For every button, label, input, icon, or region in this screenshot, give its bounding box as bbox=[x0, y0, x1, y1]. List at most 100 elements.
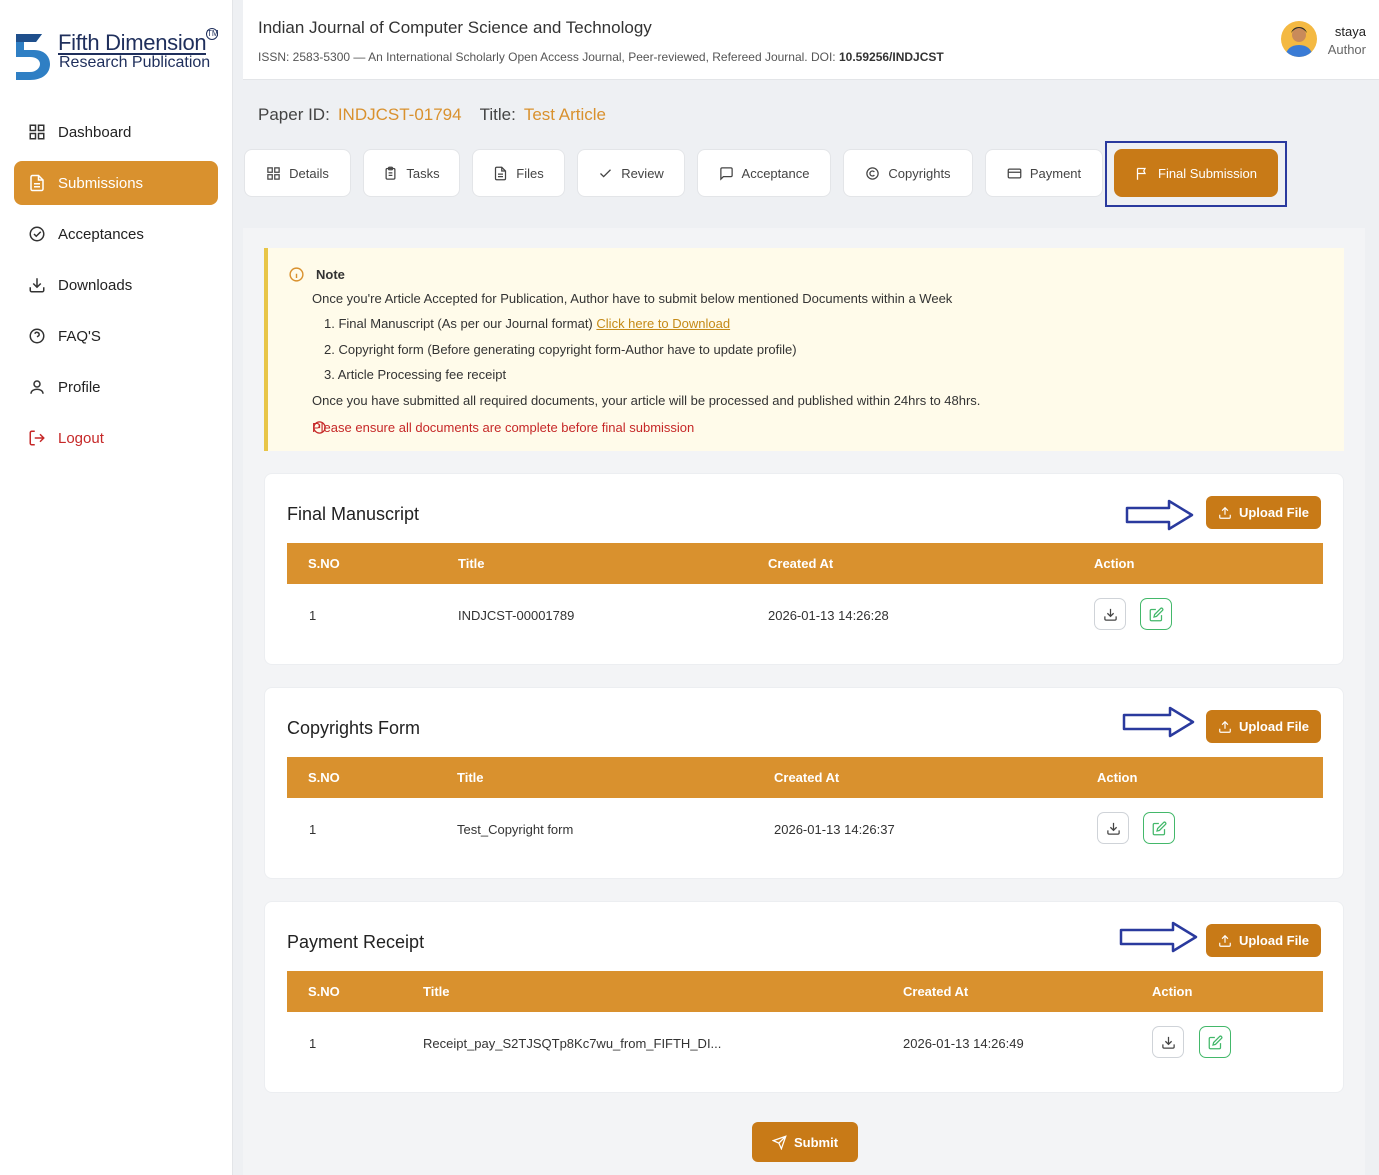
download-format-link[interactable]: Click here to Download bbox=[596, 316, 730, 331]
download-icon bbox=[29, 278, 45, 293]
edit-button[interactable] bbox=[1199, 1026, 1231, 1058]
download-button[interactable] bbox=[1097, 812, 1129, 844]
paper-title-value: Test Article bbox=[523, 105, 607, 124]
paper-id-value: INDJCST-01794 bbox=[337, 105, 462, 124]
upload-file-button[interactable]: Upload File bbox=[1206, 924, 1321, 957]
column-header-sno: S.NO bbox=[308, 556, 340, 571]
column-header-title: Title bbox=[423, 984, 450, 999]
submit-label: Submit bbox=[793, 1134, 839, 1150]
note-item-1-text: 1. Final Manuscript (As per our Journal … bbox=[324, 316, 593, 331]
tab-label: Acceptance bbox=[741, 165, 810, 181]
avatar-person-icon bbox=[1285, 27, 1313, 57]
note-outro: Once you have submitted all required doc… bbox=[312, 393, 981, 408]
upload-file-button[interactable]: Upload File bbox=[1206, 710, 1321, 743]
download-button[interactable] bbox=[1094, 598, 1126, 630]
clipboard-icon bbox=[385, 166, 396, 180]
tab-acceptance[interactable]: Acceptance bbox=[697, 149, 831, 197]
upload-icon bbox=[1219, 720, 1231, 733]
user-icon bbox=[30, 380, 44, 394]
note-warning: Please ensure all documents are complete… bbox=[312, 420, 694, 435]
tab-copyrights[interactable]: Copyrights bbox=[843, 149, 973, 197]
sidebar-item-faqs[interactable]: FAQ'S bbox=[14, 314, 218, 358]
upload-file-button[interactable]: Upload File bbox=[1206, 496, 1321, 529]
tab-label: Files bbox=[516, 165, 544, 181]
tab-label: Details bbox=[289, 165, 329, 181]
table-header: S.NO Title Created At Action bbox=[287, 757, 1323, 798]
user-name[interactable]: staya bbox=[1335, 24, 1366, 39]
upload-file-label: Upload File bbox=[1238, 719, 1310, 734]
card-title: Payment Receipt bbox=[287, 932, 425, 952]
sidebar-item-dashboard[interactable]: Dashboard bbox=[14, 110, 218, 154]
edit-button[interactable] bbox=[1143, 812, 1175, 844]
check-icon bbox=[600, 168, 612, 178]
final-manuscript-card: Final Manuscript Upload File S.NO Title … bbox=[264, 473, 1344, 665]
tab-label: Copyrights bbox=[888, 165, 951, 181]
upload-file-label: Upload File bbox=[1238, 505, 1310, 520]
table-header: S.NO Title Created At Action bbox=[287, 543, 1323, 584]
sidebar-item-logout[interactable]: Logout bbox=[14, 416, 218, 460]
column-header-created-at: Created At bbox=[768, 556, 834, 571]
sidebar-item-acceptances[interactable]: Acceptances bbox=[14, 212, 218, 256]
column-header-action: Action bbox=[1097, 770, 1138, 785]
note-item-1: 1. Final Manuscript (As per our Journal … bbox=[324, 316, 730, 331]
brand-logo[interactable]: Fifth Dimension Research Publication TM bbox=[12, 28, 222, 84]
trademark-badge: TM bbox=[206, 28, 219, 40]
note-item-3: 3. Article Processing fee receipt bbox=[324, 367, 507, 382]
column-header-sno: S.NO bbox=[308, 770, 340, 785]
document-icon bbox=[30, 174, 44, 192]
sidebar-item-downloads[interactable]: Downloads bbox=[14, 263, 218, 307]
arrow-right-annotation-icon bbox=[1125, 499, 1194, 531]
message-icon bbox=[719, 166, 733, 181]
sidebar-nav: Dashboard Submissions Acceptances Downlo… bbox=[14, 110, 218, 467]
tab-details[interactable]: Details bbox=[244, 149, 351, 197]
tab-label: Payment bbox=[1029, 165, 1082, 181]
arrow-right-annotation-icon bbox=[1122, 706, 1195, 738]
upload-file-label: Upload File bbox=[1238, 933, 1310, 948]
column-header-title: Title bbox=[457, 770, 484, 785]
tab-review[interactable]: Review bbox=[577, 149, 685, 197]
logout-icon bbox=[29, 430, 45, 446]
cell-sno: 1 bbox=[309, 1036, 317, 1051]
column-header-created-at: Created At bbox=[903, 984, 969, 999]
note-intro: Once you're Article Accepted for Publica… bbox=[312, 291, 953, 306]
help-circle-icon bbox=[29, 328, 45, 344]
info-icon bbox=[289, 267, 304, 282]
submit-button[interactable]: Submit bbox=[752, 1122, 858, 1162]
edit-icon bbox=[1149, 607, 1163, 621]
card-title: Copyrights Form bbox=[287, 718, 421, 738]
tab-tasks[interactable]: Tasks bbox=[363, 149, 460, 197]
tab-files[interactable]: Files bbox=[472, 149, 565, 197]
credit-card-icon bbox=[1007, 168, 1022, 178]
download-button[interactable] bbox=[1152, 1026, 1184, 1058]
check-circle-icon bbox=[29, 226, 45, 242]
sidebar-item-profile[interactable]: Profile bbox=[14, 365, 218, 409]
sidebar-item-label: Dashboard bbox=[58, 123, 132, 141]
edit-icon bbox=[1152, 821, 1166, 835]
column-header-action: Action bbox=[1152, 984, 1193, 999]
sidebar-item-label: Submissions bbox=[58, 174, 144, 192]
note-heading: Note bbox=[288, 266, 345, 283]
paper-id-label: Paper ID: bbox=[258, 105, 330, 124]
download-icon bbox=[1103, 608, 1117, 621]
column-header-action: Action bbox=[1094, 556, 1135, 571]
sidebar-item-label: FAQ'S bbox=[58, 327, 101, 345]
journal-subtitle-text: ISSN: 2583-5300 — An International Schol… bbox=[258, 50, 839, 64]
sidebar-item-label: Profile bbox=[58, 378, 101, 396]
arrow-right-annotation-icon bbox=[1119, 921, 1198, 953]
cell-title: Test_Copyright form bbox=[457, 822, 574, 837]
sidebar-item-submissions[interactable]: Submissions bbox=[14, 161, 218, 205]
tab-payment[interactable]: Payment bbox=[985, 149, 1103, 197]
cell-sno: 1 bbox=[309, 608, 317, 623]
download-icon bbox=[1161, 1036, 1175, 1049]
file-icon bbox=[495, 166, 507, 180]
note-item-2: 2. Copyright form (Before generating cop… bbox=[324, 342, 797, 357]
copyrights-form-card: Copyrights Form Upload File S.NO Title C… bbox=[264, 687, 1344, 879]
avatar[interactable] bbox=[1281, 21, 1317, 57]
payment-receipt-card: Payment Receipt Upload File S.NO Title C… bbox=[264, 901, 1344, 1093]
column-header-created-at: Created At bbox=[774, 770, 840, 785]
table-header: S.NO Title Created At Action bbox=[287, 971, 1323, 1012]
paper-title-label: Title: bbox=[479, 105, 516, 124]
edit-button[interactable] bbox=[1140, 598, 1172, 630]
tab-label: Review bbox=[621, 165, 664, 181]
note-box: Note Once you're Article Accepted for Pu… bbox=[264, 248, 1344, 451]
